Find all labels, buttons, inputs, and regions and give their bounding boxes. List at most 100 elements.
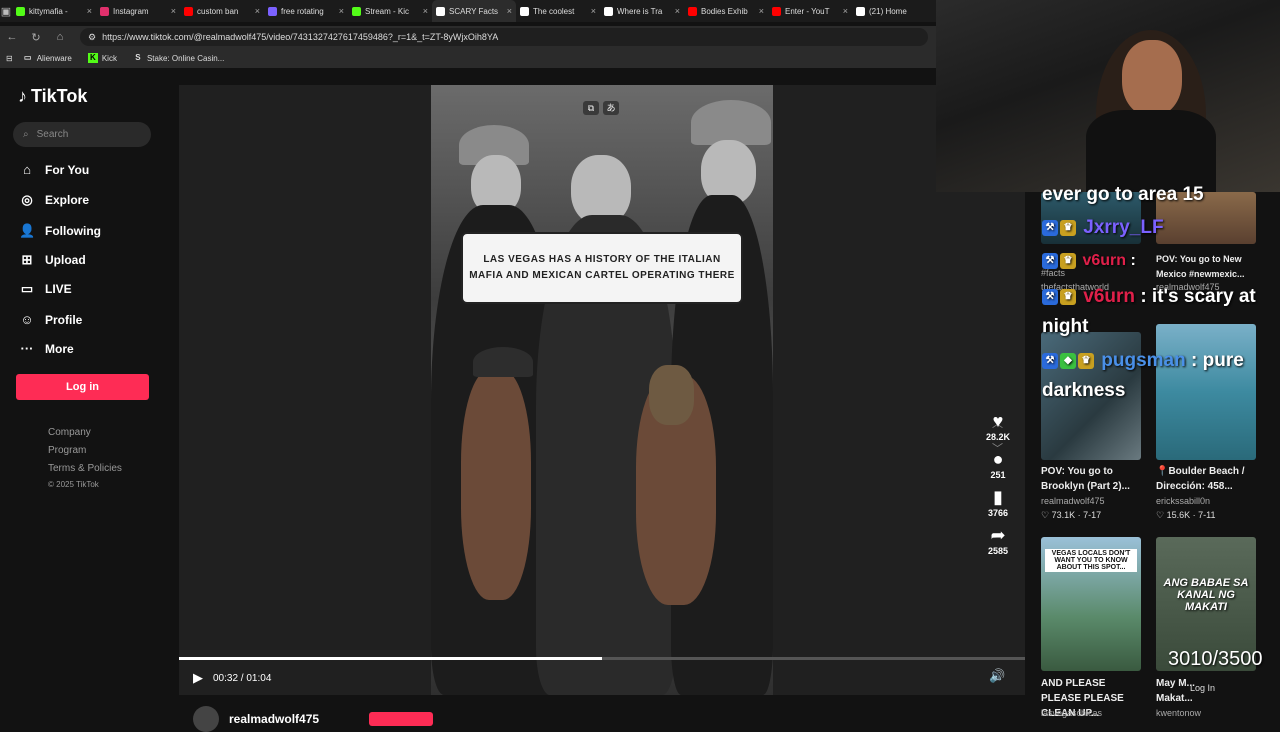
like-action[interactable]: ♥ 28.2K [978, 410, 1018, 442]
browser-tab[interactable]: SCARY Facts × [432, 0, 516, 22]
sidebar-item-for-you[interactable]: ⌂ For You [19, 162, 89, 177]
video-card[interactable]: VEGAS LOCALS DON'T WANT YOU TO KNOW ABOU… [1041, 537, 1141, 671]
video-player[interactable]: ⧉ あ LAS VEGAS HAS A HISTORY OF THE ITALI… [179, 85, 1025, 695]
streamer-face-shape [1122, 40, 1182, 116]
comment-action[interactable]: ● 251 [978, 448, 1018, 480]
wrench-badge-icon: ⚒ [1042, 288, 1058, 305]
tiktok-page: ♪ TikTok ⌕ Search ⌂ For You ◎ Explore 👤 Fol… [3, 70, 1025, 732]
tab-close-icon[interactable]: × [87, 6, 92, 16]
tab-close-icon[interactable]: × [423, 6, 428, 16]
browser-tab[interactable]: Where is Tra × [600, 0, 684, 22]
sidebar-item-profile[interactable]: ☺ Profile [19, 312, 82, 327]
sidebar-item-explore[interactable]: ◎ Explore [19, 192, 89, 208]
nav-label: For You [45, 162, 90, 177]
bookmark-stake[interactable]: S Stake: Online Casin... [127, 53, 230, 63]
author-name[interactable]: realmadwolf475 [229, 712, 319, 726]
sidebar-item-live[interactable]: ▭ LIVE [19, 281, 72, 297]
browser-tab[interactable]: Instagram × [96, 0, 180, 22]
bookmarks-menu-icon[interactable]: ⊟ [6, 54, 13, 63]
bookmarks-bar: ⊟ ▭ Alienware K Kick S Stake: Online Casin.… [0, 48, 936, 68]
card-author[interactable]: kwentonow [1156, 708, 1201, 718]
tab-title: SCARY Facts [449, 6, 499, 16]
profile-icon: ☺ [20, 312, 34, 327]
browser-tab[interactable]: free rotating × [264, 0, 348, 22]
browser-tab[interactable]: custom ban × [180, 0, 264, 22]
tab-close-icon[interactable]: × [591, 6, 596, 16]
right-login-button[interactable]: Log In [1190, 683, 1215, 693]
tab-close-icon[interactable]: × [339, 6, 344, 16]
author-avatar[interactable] [193, 706, 219, 732]
card-meta: ♡ 73.1K · 7-17 [1041, 510, 1102, 520]
window-menu-icon[interactable]: ▣ [0, 0, 12, 22]
video-progress-bar[interactable] [179, 657, 1025, 660]
dog-figure-shape [461, 370, 531, 600]
browser-tab[interactable]: The coolest × [516, 0, 600, 22]
tab-title: Where is Tra [617, 6, 663, 16]
save-action[interactable]: ▮ 3766 [978, 486, 1018, 518]
gem-badge-icon: ◆ [1060, 352, 1076, 369]
tab-close-icon[interactable]: × [171, 6, 176, 16]
save-count: 3766 [987, 508, 1009, 518]
tab-title: Instagram [113, 6, 149, 16]
share-icon: ➦ [990, 525, 1006, 545]
nav-label: Following [45, 224, 101, 238]
video-frame[interactable]: ⧉ あ LAS VEGAS HAS A HISTORY OF THE ITALI… [431, 85, 773, 695]
share-action[interactable]: ➦ 2585 [978, 524, 1018, 556]
browser-tab[interactable]: Stream - Kic × [348, 0, 432, 22]
tab-close-icon[interactable]: × [255, 6, 260, 16]
back-icon[interactable]: ← [0, 31, 24, 43]
live-icon: ▭ [20, 281, 34, 296]
card-title[interactable]: POV: You go to New Mexico #newmexic... [1156, 252, 1266, 282]
footer-company[interactable]: Company [48, 427, 91, 438]
tab-close-icon[interactable]: × [675, 6, 680, 16]
heart-icon: ♥ [992, 411, 1004, 431]
reload-icon[interactable]: ↻ [24, 31, 48, 44]
browser-tab[interactable]: (21) Home [852, 0, 936, 22]
follow-button[interactable] [369, 712, 434, 726]
footer-program[interactable]: Program [48, 445, 86, 456]
card-author[interactable]: realmadwolf475 [1041, 496, 1105, 506]
video-caption: LAS VEGAS HAS A HISTORY OF THE ITALIAN M… [461, 232, 743, 304]
home-button-icon[interactable]: ⌂ [48, 31, 72, 43]
stake-icon: S [135, 53, 141, 62]
tab-close-icon[interactable]: × [843, 6, 848, 16]
url-field[interactable]: ⚙ https://www.tiktok.com/@realmadwolf475… [80, 28, 928, 46]
login-button[interactable]: Log in [16, 374, 149, 400]
tab-favicon-icon [688, 6, 697, 16]
tab-close-icon[interactable]: × [759, 6, 764, 16]
upload-icon: ⊞ [21, 252, 33, 267]
tab-close-icon[interactable]: × [507, 6, 512, 16]
browser-tab[interactable]: kittymafia - × [12, 0, 96, 22]
sidebar-item-following[interactable]: 👤 Following [19, 223, 101, 239]
volume-icon[interactable]: 🔊 [989, 668, 1005, 684]
sidebar-item-upload[interactable]: ⊞ Upload [19, 252, 86, 268]
card-author[interactable]: erickssabill0n [1156, 496, 1210, 506]
tab-favicon-icon [184, 6, 193, 16]
search-input[interactable]: ⌕ Search [13, 122, 151, 147]
browser-tab[interactable]: Bodies Exhib × [684, 0, 768, 22]
tab-title: Enter - YouT [785, 6, 830, 16]
sidebar-item-more[interactable]: ··· More [19, 341, 74, 356]
tab-favicon-icon [100, 6, 109, 16]
bookmark-kick[interactable]: K Kick [82, 53, 123, 63]
translate-icon[interactable]: あ [603, 101, 619, 115]
footer-terms[interactable]: Terms & Policies [48, 463, 122, 474]
card-author[interactable]: lasvegaschicas [1041, 708, 1102, 718]
site-info-icon[interactable]: ⚙ [88, 32, 96, 43]
tab-favicon-icon [772, 6, 781, 16]
play-icon[interactable]: ▶ [193, 670, 203, 686]
browser-tab[interactable]: Enter - YouT × [768, 0, 852, 22]
card-title[interactable]: POV: You go to Brooklyn (Part 2)... [1041, 464, 1151, 494]
nav-label: Explore [45, 193, 90, 207]
bookmark-alienware[interactable]: ▭ Alienware [17, 53, 78, 63]
webcam-overlay [936, 0, 1280, 192]
hat-shape [691, 100, 771, 145]
search-icon: ⌕ [23, 129, 29, 140]
tiktok-logo[interactable]: ♪ TikTok [18, 86, 87, 107]
video-card[interactable] [1156, 324, 1256, 460]
pip-icon[interactable]: ⧉ [583, 101, 599, 115]
chat-line: ⚒ ♛ Jxrry_LF [1042, 217, 1164, 239]
card-title[interactable]: 📍Boulder Beach / Dirección: 458... [1156, 464, 1266, 494]
logo-text: TikTok [31, 86, 88, 106]
chat-message: : [1130, 252, 1136, 269]
